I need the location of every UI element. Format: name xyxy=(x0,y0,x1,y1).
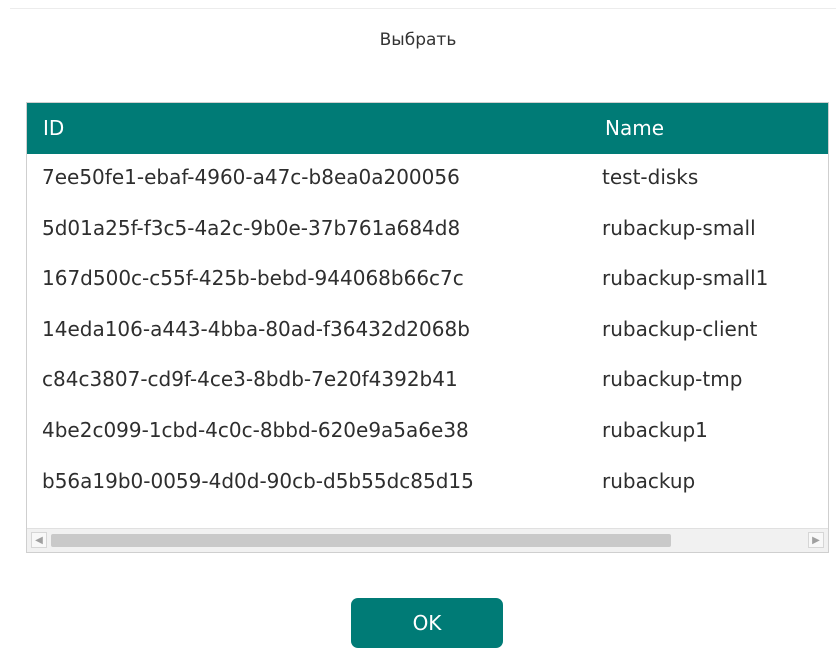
dialog-title: Выбрать xyxy=(379,30,457,50)
row-id: 7ee50fe1-ebaf-4960-a47c-b8ea0a200056 xyxy=(42,165,460,189)
column-header-id[interactable]: ID xyxy=(43,116,64,140)
arrow-right-icon[interactable]: ▶ xyxy=(808,532,824,548)
row-name: rubackup-small xyxy=(602,215,756,240)
dialog-top-border xyxy=(10,8,836,9)
table-row[interactable]: b56a19b0-0059-4d0d-90cb-d5b55dc85d15 rub… xyxy=(27,458,828,509)
table-row[interactable]: 4be2c099-1cbd-4c0c-8bbd-620e9a5a6e38 rub… xyxy=(27,407,828,458)
horizontal-scrollbar[interactable]: ◀ ▶ xyxy=(27,528,828,552)
row-name: rubackup1 xyxy=(602,417,708,442)
table-header: ID Name xyxy=(27,103,828,154)
table-row[interactable]: 5d01a25f-f3c5-4a2c-9b0e-37b761a684d8 rub… xyxy=(27,205,828,256)
table-row[interactable]: c84c3807-cd9f-4ce3-8bdb-7e20f4392b41 rub… xyxy=(27,356,828,407)
selection-table: ID Name 7ee50fe1-ebaf-4960-a47c-b8ea0a20… xyxy=(26,102,829,553)
select-dialog: Выбрать ID Name 7ee50fe1-ebaf-4960-a47c-… xyxy=(0,0,836,654)
row-id: 14eda106-a443-4bba-80ad-f36432d2068b xyxy=(42,316,470,341)
column-header-name[interactable]: Name xyxy=(605,116,664,140)
row-id: b56a19b0-0059-4d0d-90cb-d5b55dc85d15 xyxy=(42,468,474,493)
table-row[interactable]: 7ee50fe1-ebaf-4960-a47c-b8ea0a200056 tes… xyxy=(27,154,828,205)
table-row[interactable]: 14eda106-a443-4bba-80ad-f36432d2068b rub… xyxy=(27,306,828,357)
table-body: 7ee50fe1-ebaf-4960-a47c-b8ea0a200056 tes… xyxy=(27,154,828,508)
row-name: rubackup-client xyxy=(602,316,758,341)
row-name: rubackup-tmp xyxy=(602,367,743,392)
ok-button[interactable]: OK xyxy=(351,598,503,648)
row-id: c84c3807-cd9f-4ce3-8bdb-7e20f4392b41 xyxy=(42,367,458,392)
row-name: rubackup-small1 xyxy=(602,266,769,291)
row-id: 167d500c-c55f-425b-bebd-944068b66c7c xyxy=(42,266,464,291)
row-name: rubackup xyxy=(602,468,696,493)
table-row[interactable]: 167d500c-c55f-425b-bebd-944068b66c7c rub… xyxy=(27,255,828,306)
row-id: 4be2c099-1cbd-4c0c-8bbd-620e9a5a6e38 xyxy=(42,417,469,442)
row-id: 5d01a25f-f3c5-4a2c-9b0e-37b761a684d8 xyxy=(42,215,461,240)
row-name: test-disks xyxy=(602,165,699,189)
scrollbar-thumb[interactable] xyxy=(51,534,671,547)
arrow-left-icon[interactable]: ◀ xyxy=(31,532,47,548)
